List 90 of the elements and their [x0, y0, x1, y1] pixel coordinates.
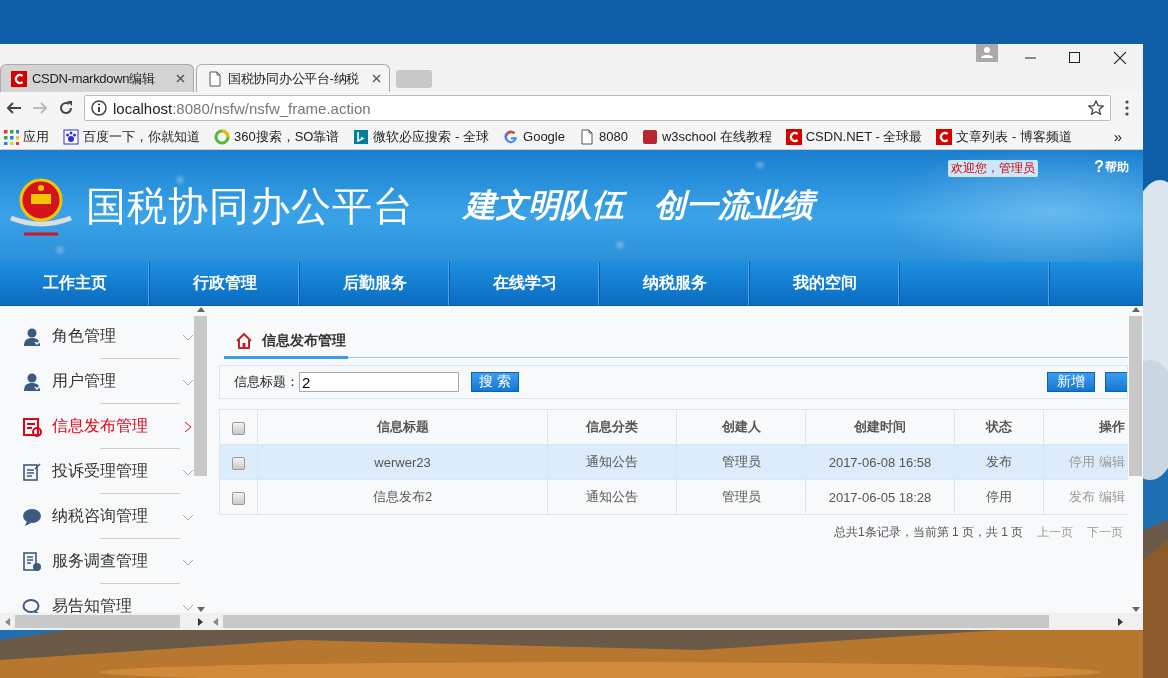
search-button[interactable]: 搜 索 [471, 372, 519, 392]
address-bar[interactable]: localhost:8080/nsfw/nsfw_frame.action [84, 95, 1111, 121]
bookmark[interactable]: Google [503, 128, 565, 145]
column-header: 创建时间 [805, 409, 955, 445]
scroll-right-icon [197, 617, 204, 626]
info-icon [91, 100, 107, 116]
document-check-icon [22, 416, 42, 437]
back-icon[interactable] [6, 100, 22, 116]
search-label: 信息标题： [234, 373, 299, 391]
select-all-checkbox[interactable] [232, 421, 245, 435]
table-cell: 管理员 [676, 479, 806, 515]
table-cell: 通知公告 [547, 479, 677, 515]
column-header: 信息标题 [257, 409, 548, 445]
scroll-left-icon [4, 617, 11, 626]
profile-icon[interactable] [976, 44, 998, 62]
nav-item[interactable]: 行政管理 [150, 262, 300, 305]
table-cell: 2017-06-05 18:28 [805, 479, 955, 515]
column-header: 信息分类 [547, 409, 677, 445]
table-cell: 管理员 [676, 444, 806, 480]
scroll-left-icon [212, 617, 219, 626]
vertical-scrollbar[interactable] [193, 306, 208, 613]
help-link[interactable]: ?帮助 [1094, 158, 1129, 176]
chat-icon [22, 596, 42, 613]
pager-summary: 总共1条记录，当前第 1 页，共 1 页 [834, 524, 1024, 541]
bookmark[interactable]: 百度一下，你就知道 [63, 127, 200, 146]
paw-icon [63, 128, 79, 145]
row-checkbox[interactable] [232, 491, 245, 505]
column-header: 状态 [954, 409, 1044, 445]
nav-item[interactable]: 后勤服务 [300, 262, 450, 305]
list-clock-icon [22, 551, 42, 572]
close-icon[interactable] [1114, 52, 1126, 64]
sidebar-item[interactable]: 信息发布管理 [0, 404, 193, 449]
c-letter-icon [11, 70, 27, 87]
close-icon [372, 74, 381, 83]
row-checkbox[interactable] [232, 456, 245, 470]
chevron-right-icon [183, 421, 193, 432]
vertical-scrollbar[interactable] [1128, 306, 1143, 613]
browser-tab[interactable]: CSDN-markdown编辑 [0, 64, 194, 92]
maximize-icon[interactable] [1069, 52, 1081, 64]
speech-bubble-icon [22, 506, 42, 527]
sidebar-item[interactable]: 用户管理 [0, 359, 193, 404]
more-bookmarks-button[interactable]: » [1113, 128, 1122, 145]
c-letter-icon [785, 128, 802, 145]
nav-item[interactable]: 工作主页 [0, 262, 150, 305]
menu-icon[interactable] [1125, 100, 1129, 116]
cut-off-button[interactable] [1105, 372, 1127, 392]
sidebar-item[interactable]: 角色管理 [0, 314, 193, 359]
square-icon [641, 128, 658, 145]
bookmark[interactable]: 360搜索，SO靠谱 [214, 127, 340, 146]
form-icon [22, 461, 42, 482]
ring-icon [214, 128, 230, 145]
nav-item[interactable]: 我的空间 [750, 262, 900, 305]
bookmark[interactable]: 应用 [3, 127, 49, 146]
nav-item[interactable]: 在线学习 [450, 262, 600, 305]
nav-item[interactable]: 纳税服务 [600, 262, 750, 305]
table-cell: 停用 [954, 479, 1044, 515]
search-field[interactable]: 2 [299, 372, 459, 392]
bing-icon [353, 128, 370, 145]
sidebar-item[interactable]: 纳税咨询管理 [0, 494, 193, 539]
table-cell: 信息发布2 [257, 479, 548, 515]
site-title: 国税协同办公平台 [86, 182, 414, 230]
apps-grid-icon [3, 128, 19, 145]
page-icon [207, 70, 223, 87]
scroll-right-icon [1117, 617, 1124, 626]
breadcrumb-title: 信息发布管理 [262, 331, 346, 350]
table-cell: werwer23 [257, 444, 548, 480]
table-cell: 2017-06-08 16:58 [805, 444, 955, 480]
browser-tab[interactable]: 国税协同办公平台-纳税 [196, 64, 390, 92]
add-button[interactable]: 新增 [1047, 372, 1095, 392]
forward-icon[interactable] [32, 100, 48, 116]
bookmark[interactable]: 文章列表 - 博客频道 [936, 127, 1073, 146]
home-icon [236, 332, 252, 349]
sidebar-item[interactable]: 投诉受理管理 [0, 449, 193, 494]
bookmark[interactable]: 微软必应搜索 - 全球 [353, 127, 490, 146]
star-icon [1088, 100, 1104, 116]
sidebar-item[interactable]: 服务调查管理 [0, 539, 193, 584]
reload-icon[interactable] [58, 100, 74, 116]
google-icon [503, 128, 520, 145]
bookmark[interactable]: 8080 [578, 128, 628, 145]
bookmark[interactable]: w3school 在线教程 [641, 127, 772, 146]
table-cell: 通知公告 [547, 444, 677, 480]
c-letter-icon [936, 128, 953, 145]
close-icon [176, 74, 185, 83]
welcome-text: 欢迎您，管理员 [948, 160, 1038, 177]
person-icon [22, 326, 42, 347]
bookmark[interactable]: CSDN.NET - 全球最 [785, 127, 923, 146]
table-cell: 发布 [954, 444, 1044, 480]
column-header: 创建人 [676, 409, 806, 445]
page-icon [578, 128, 595, 145]
person-icon [22, 371, 42, 392]
